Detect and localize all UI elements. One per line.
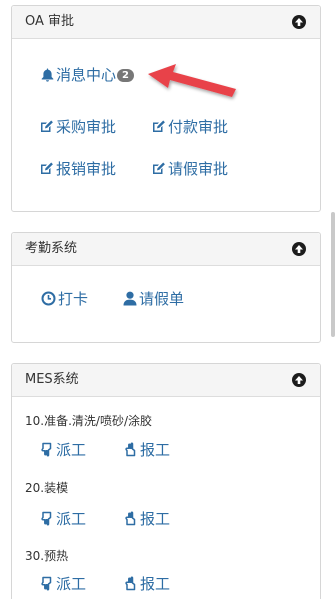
oa-panel: OA 审批 消息中心 2 采购审批 付款审批 报销审批 请假审批 [11, 5, 321, 212]
edit-icon [151, 119, 166, 138]
message-center-label: 消息中心 [56, 66, 117, 84]
edit-icon [39, 119, 54, 138]
message-center-link[interactable]: 消息中心 2 [41, 66, 134, 86]
bell-icon [41, 68, 54, 86]
payment-approval-label: 付款审批 [168, 118, 229, 136]
scrollbar[interactable] [330, 0, 336, 599]
collapse-icon[interactable] [292, 242, 306, 256]
reimbursement-approval-label: 报销审批 [56, 160, 117, 178]
leave-form-label: 请假单 [139, 290, 185, 308]
mes-panel-header: MES系统 [12, 364, 320, 397]
purchase-approval-link[interactable]: 采购审批 [39, 118, 116, 138]
edit-icon [39, 161, 54, 180]
task-title: 20.装模 [25, 481, 69, 495]
report-label: 报工 [140, 510, 171, 528]
dispatch-label: 派工 [56, 575, 87, 593]
report-label: 报工 [140, 575, 171, 593]
oa-panel-title: OA 审批 [25, 14, 75, 29]
dispatch-link[interactable]: 派工 [39, 510, 86, 530]
leave-approval-label: 请假审批 [168, 160, 229, 178]
leave-form-link[interactable]: 请假单 [123, 290, 184, 310]
dispatch-link[interactable]: 派工 [39, 441, 86, 461]
hand-down-icon [39, 442, 54, 461]
message-count-badge: 2 [117, 69, 134, 82]
attendance-panel: 考勤系统 打卡 请假单 [11, 232, 321, 343]
dispatch-label: 派工 [56, 441, 87, 459]
report-link[interactable]: 报工 [123, 575, 170, 595]
payment-approval-link[interactable]: 付款审批 [151, 118, 228, 138]
leave-approval-link[interactable]: 请假审批 [151, 160, 228, 180]
attendance-panel-header: 考勤系统 [12, 233, 320, 266]
attendance-panel-title: 考勤系统 [25, 241, 78, 256]
hand-up-icon [123, 576, 138, 595]
scrollbar-thumb[interactable] [331, 212, 335, 337]
dispatch-label: 派工 [56, 510, 87, 528]
hand-down-icon [39, 511, 54, 530]
page: OA 审批 消息中心 2 采购审批 付款审批 报销审批 请假审批 考勤系统 打卡… [0, 0, 336, 599]
oa-panel-header: OA 审批 [12, 6, 320, 39]
clock-icon [41, 291, 56, 310]
dispatch-link[interactable]: 派工 [39, 575, 86, 595]
clock-in-link[interactable]: 打卡 [41, 290, 88, 310]
task-title: 10.准备.清洗/喷砂/涂胶 [25, 414, 152, 428]
collapse-icon[interactable] [292, 15, 306, 29]
clock-in-label: 打卡 [58, 290, 89, 308]
user-icon [123, 291, 137, 310]
hand-down-icon [39, 576, 54, 595]
edit-icon [151, 161, 166, 180]
report-link[interactable]: 报工 [123, 510, 170, 530]
report-link[interactable]: 报工 [123, 441, 170, 461]
task-title: 30.预热 [25, 549, 69, 563]
mes-panel: MES系统 10.准备.清洗/喷砂/涂胶 派工 报工 20.装模 派工 报工 3… [11, 363, 321, 599]
report-label: 报工 [140, 441, 171, 459]
hand-up-icon [123, 442, 138, 461]
collapse-icon[interactable] [292, 373, 306, 387]
purchase-approval-label: 采购审批 [56, 118, 117, 136]
hand-up-icon [123, 511, 138, 530]
reimbursement-approval-link[interactable]: 报销审批 [39, 160, 116, 180]
mes-panel-title: MES系统 [25, 372, 79, 387]
